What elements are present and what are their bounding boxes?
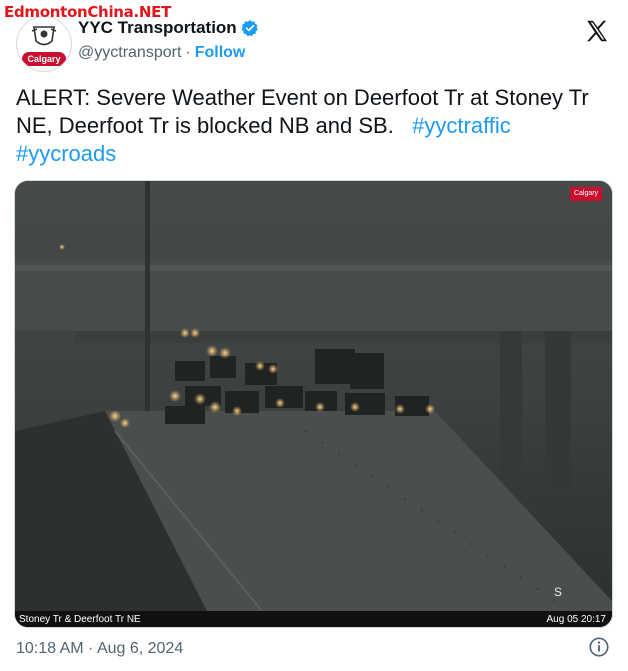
verified-badge-icon [241,20,258,37]
separator: · [185,44,191,61]
camera-overlay-letter: S [553,585,562,599]
tweet-text: ALERT: Severe Weather Event on Deerfoot … [16,84,612,168]
author-name[interactable]: YYC Transportation [78,18,237,38]
camera-scene [15,181,612,627]
hashtag-link[interactable]: #yyctraffic [412,113,511,138]
tweet-timestamp[interactable]: 10:18 AM · Aug 6, 2024 [16,640,183,658]
site-watermark: EdmontonChina.NET [4,3,172,21]
follow-button[interactable]: Follow [195,44,246,62]
traffic-camera-image[interactable]: Calgary S Stoney Tr & Deerfoot Tr NE Aug… [14,180,613,628]
author-handle[interactable]: @yyctransport [78,44,181,62]
avatar-label: Calgary [22,52,66,66]
hashtag-link[interactable]: #yycroads [16,141,116,166]
x-logo-icon[interactable] [584,18,610,44]
calgary-crest-icon [31,26,57,46]
tweet-header: Calgary YYC Transportation @yyctransport… [16,14,612,74]
camera-location-caption: Stoney Tr & Deerfoot Tr NE [19,614,141,625]
info-icon[interactable] [588,636,610,658]
camera-timestamp-caption: Aug 05 20:17 [546,614,607,625]
camera-logo: Calgary [570,187,602,201]
avatar[interactable]: Calgary [16,16,72,72]
